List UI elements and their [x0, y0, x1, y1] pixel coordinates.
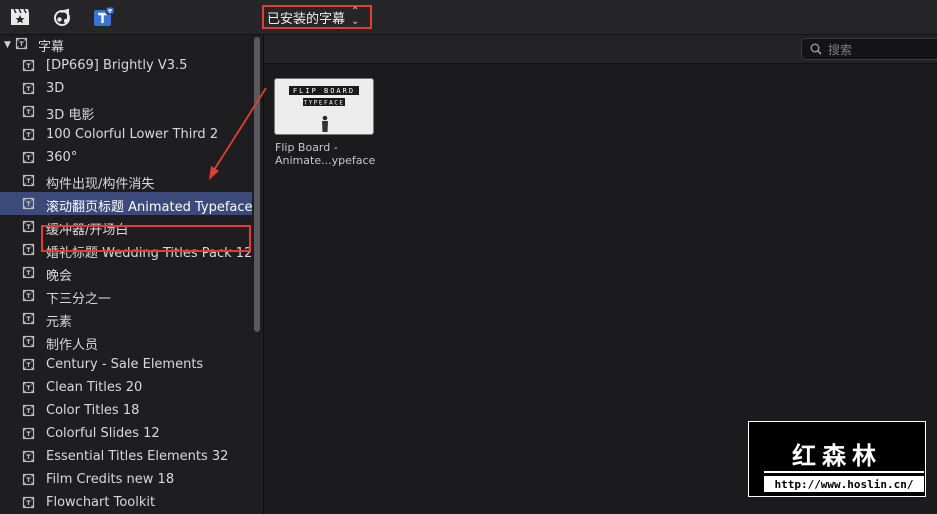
watermark-url: http://www.hoslin.cn/: [764, 471, 924, 492]
sidebar-item-label: 360°: [46, 150, 78, 165]
title-template-icon: [22, 220, 35, 233]
sidebar-item[interactable]: 缓冲器/开场白: [0, 215, 252, 238]
clip-caption-line1: Flip Board -: [275, 141, 338, 154]
title-template-icon: [22, 243, 35, 256]
disclosure-triangle-icon[interactable]: ▼: [4, 40, 11, 50]
sidebar-header-titles[interactable]: ▼ 字幕: [0, 35, 255, 55]
sidebar-item-label: Color Titles 18: [46, 403, 140, 418]
sidebar-item[interactable]: 3D 电影: [0, 100, 252, 123]
sidebar-item[interactable]: 晚会: [0, 261, 252, 284]
title-template-icon: [22, 82, 35, 95]
sidebar-item[interactable]: 婚礼标题 Wedding Titles Pack 12: [0, 238, 252, 261]
search-field[interactable]: 搜索: [801, 38, 937, 60]
clip-caption-line2: Animate...ypeface: [275, 154, 376, 167]
sidebar-item[interactable]: Essential Titles Elements 32: [0, 445, 252, 468]
title-template-icon: [22, 289, 35, 302]
title-template-icon: [22, 450, 35, 463]
sidebar-item-label: 100 Colorful Lower Third 2: [46, 127, 219, 142]
clip-thumbnail[interactable]: FLIP BOARD TYPEFACE: [274, 78, 374, 135]
sidebar-scrollbar[interactable]: [254, 37, 260, 332]
source-dropdown-label: 已安装的字幕: [267, 11, 346, 27]
clip-caption: Flip Board - Animate...ypeface: [275, 141, 385, 167]
sidebar-item-label: 3D 电影: [46, 108, 95, 123]
sidebar-item-label: [DP669] Brightly V3.5: [46, 58, 188, 73]
sidebar-item-label: 缓冲器/开场白: [46, 223, 129, 238]
music-camera-icon[interactable]: [52, 6, 74, 28]
title-template-icon: [22, 335, 35, 348]
sidebar-item-label: Essential Titles Elements 32: [46, 449, 229, 464]
search-placeholder: 搜索: [828, 42, 853, 57]
sidebar-item[interactable]: Color Titles 18: [0, 399, 252, 422]
top-toolbar: 已安装的字幕 ⌃ ⌄: [0, 0, 937, 35]
title-template-icon: [22, 358, 35, 371]
sidebar-header-label: 字幕: [38, 40, 65, 55]
title-template-icon: [22, 381, 35, 394]
sidebar-item[interactable]: 360°: [0, 146, 252, 169]
sidebar-item-label: Clean Titles 20: [46, 380, 143, 395]
title-template-icon: [22, 174, 35, 187]
sidebar-item[interactable]: Colorful Slides 12: [0, 422, 252, 445]
sidebar-item[interactable]: 3D: [0, 77, 252, 100]
title-template-icon: [22, 197, 35, 210]
sidebar-item[interactable]: [DP669] Brightly V3.5: [0, 54, 252, 77]
sidebar-item[interactable]: 滚动翻页标题 Animated Typeface: [0, 192, 253, 215]
clapper-star-icon[interactable]: [9, 6, 31, 28]
sidebar-item-label: Colorful Slides 12: [46, 426, 160, 441]
watermark-logo: 红森林 http://www.hoslin.cn/: [748, 421, 926, 497]
sidebar-item-label: 制作人员: [46, 338, 99, 353]
sidebar-item[interactable]: Flowchart Toolkit: [0, 491, 252, 514]
title-template-icon: [22, 266, 35, 279]
thumb-text-2: TYPEFACE: [304, 100, 345, 107]
title-template-icon: [22, 151, 35, 164]
thumb-text-1: FLIP BOARD: [293, 87, 355, 95]
sidebar-item-label: Film Credits new 18: [46, 472, 175, 487]
titles-category-icon: [15, 37, 28, 50]
sidebar-item[interactable]: 下三分之一: [0, 284, 252, 307]
sidebar-item-label: 婚礼标题 Wedding Titles Pack 12: [46, 246, 253, 261]
sidebar-item-label: 滚动翻页标题 Animated Typeface: [46, 200, 253, 215]
sidebar-item-label: 晚会: [46, 269, 73, 284]
sidebar-item-label: 3D: [46, 81, 65, 96]
title-template-icon: [22, 312, 35, 325]
sidebar-item[interactable]: Clean Titles 20: [0, 376, 252, 399]
title-template-icon: [22, 128, 35, 141]
title-template-icon: [22, 496, 35, 509]
title-template-icon: [22, 404, 35, 417]
browser-search-bar: 搜索: [264, 35, 937, 64]
sidebar-item[interactable]: 100 Colorful Lower Third 2: [0, 123, 252, 146]
title-template-icon: [22, 427, 35, 440]
sidebar-item-label: 构件出现/构件消失: [46, 177, 155, 192]
sidebar-item[interactable]: 元素: [0, 307, 252, 330]
sidebar-item-label: 下三分之一: [46, 292, 112, 307]
watermark-title: 红森林: [792, 441, 882, 470]
search-icon: [810, 43, 822, 55]
up-down-chevron-icon: ⌃ ⌄: [351, 6, 360, 27]
sidebar-item[interactable]: Century - Sale Elements: [0, 353, 252, 376]
sidebar-item-label: Century - Sale Elements: [46, 357, 204, 372]
sidebar-item-label: Flowchart Toolkit: [46, 495, 156, 510]
sidebar-item[interactable]: Film Credits new 18: [0, 468, 252, 491]
title-template-icon: [22, 59, 35, 72]
sidebar-item[interactable]: 制作人员: [0, 330, 252, 353]
source-dropdown[interactable]: 已安装的字幕 ⌃ ⌄: [262, 5, 372, 29]
sidebar-item[interactable]: 构件出现/构件消失: [0, 169, 252, 192]
sidebar-item-label: 元素: [46, 315, 73, 330]
titles-sidebar: ▼ 字幕 [DP669] Brightly V3.5 3D 3D 电影 100 Col…: [0, 35, 264, 514]
titles-icon[interactable]: [93, 6, 115, 28]
title-template-icon: [22, 105, 35, 118]
title-template-icon: [22, 473, 35, 486]
